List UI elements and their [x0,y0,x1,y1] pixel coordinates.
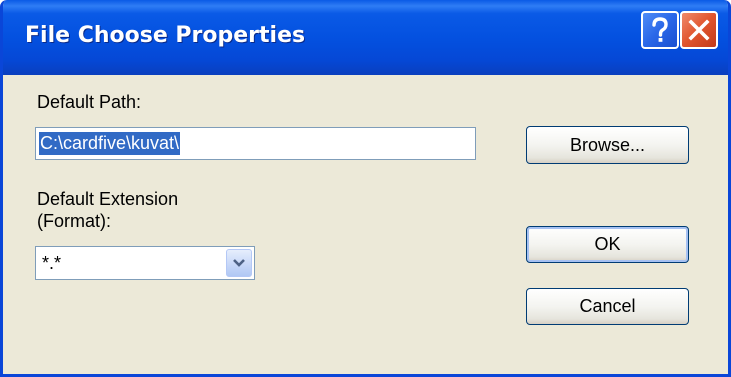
default-extension-label-line1: Default Extension [37,189,179,209]
title-bar[interactable]: File Choose Properties [3,0,728,75]
dialog-window: File Choose Properties Default Path: C:\… [0,0,731,377]
default-extension-select[interactable]: *.* [35,246,255,280]
default-extension-label: Default Extension (Format): [37,188,257,232]
help-icon [652,17,668,42]
ok-button[interactable]: OK [526,226,689,263]
browse-button[interactable]: Browse... [526,126,689,164]
default-extension-value: *.* [42,253,62,273]
window-title: File Choose Properties [25,23,306,48]
close-button[interactable] [680,11,718,49]
help-button[interactable] [641,11,679,49]
dropdown-button[interactable] [226,249,252,277]
close-icon [688,19,710,41]
default-path-input[interactable]: C:\cardfive\kuvat\ [35,127,476,160]
cancel-button[interactable]: Cancel [526,288,689,325]
chevron-down-icon [233,259,245,267]
default-extension-label-line2: (Format): [37,211,111,231]
default-path-value: C:\cardfive\kuvat\ [39,132,181,155]
default-path-label: Default Path: [37,92,142,112]
